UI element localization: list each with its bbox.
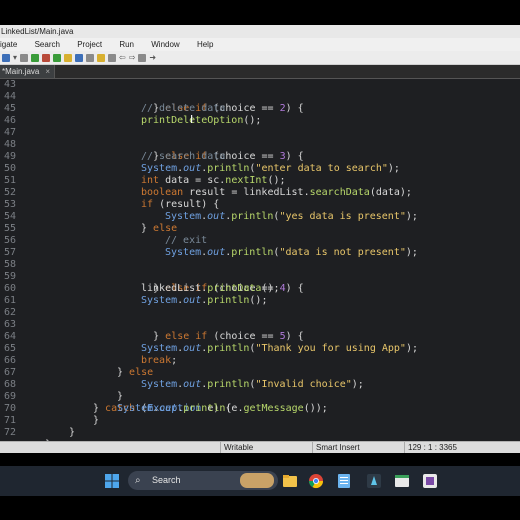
line-number: 70 [3,403,16,414]
menu-search[interactable]: Search [35,38,60,51]
tab-label: *Main.java [2,67,40,76]
line-number: 62 [3,307,16,318]
forward-icon[interactable]: ⇨ [129,53,136,62]
next-icon[interactable]: ➜ [149,53,156,62]
line-number: 64 [3,331,16,342]
line-number: 49 [3,151,16,162]
line-number: 47 [3,127,16,138]
menu-navigate[interactable]: igate [0,38,17,51]
text-cursor-icon: I [190,113,194,126]
menu-window[interactable]: Window [151,38,179,51]
search-icon: ⌕ [135,475,141,486]
line-number: 55 [3,223,16,234]
taskbar-search-label: Search [152,475,181,485]
line-number: 56 [3,235,16,246]
debug-icon[interactable] [42,53,51,62]
run-icon[interactable] [31,53,40,62]
line-number: 65 [3,343,16,354]
open-type-icon[interactable] [64,53,73,62]
status-insert-mode: Smart Insert [312,442,360,453]
file-explorer-icon[interactable] [282,473,298,489]
toolbar-misc-icon[interactable] [138,53,147,62]
dropdown-icon[interactable]: ▾ [13,53,17,62]
notepad-icon[interactable] [336,473,352,489]
line-number: 50 [3,163,16,174]
save-icon[interactable] [2,53,10,62]
line-number: 58 [3,259,16,270]
line-number: 48 [3,139,16,150]
line-number: 46 [3,115,16,126]
search-tool-icon[interactable] [75,53,84,62]
screen-border-mid [0,453,520,466]
window-title: LinkedList/Main.java [0,25,520,38]
line-number: 68 [3,379,16,390]
status-cursor-position: 129 : 1 : 3365 [404,442,457,453]
line-number: 63 [3,319,16,330]
back-icon[interactable]: ⇦ [119,53,126,62]
line-number: 57 [3,247,16,258]
status-bar: Writable Smart Insert 129 : 1 : 3365 [0,441,520,453]
pin-icon[interactable] [108,53,117,62]
status-writable: Writable [220,442,253,453]
new-java-icon[interactable] [53,53,62,62]
code-editor[interactable]: 43 } else if (choice == 2) { 44 // delet… [0,79,520,441]
line-number: 59 [3,271,16,282]
tab-main-java[interactable]: *Main.java × [0,65,56,78]
app-window-icon[interactable] [394,473,410,489]
chrome-icon[interactable] [308,473,324,489]
menu-project[interactable]: Project [77,38,102,51]
line-number: 66 [3,355,16,366]
close-icon[interactable]: × [45,67,50,76]
toolbar: ▾ ⇦ ⇨ ➜ [0,51,520,65]
windows-start-icon[interactable] [104,473,120,489]
line-number: 54 [3,211,16,222]
edit-icon[interactable] [97,53,106,62]
line-number: 51 [3,175,16,186]
app-icon[interactable] [366,473,382,489]
screen-border-bottom [0,496,520,520]
search-highlight-icon [240,473,274,488]
print-icon[interactable] [20,53,29,62]
taskbar-search-box[interactable]: ⌕ Search [128,471,278,490]
menu-run[interactable]: Run [119,38,134,51]
line-number: 43 [3,79,16,90]
line-number: 72 [3,427,16,438]
line-number: 67 [3,367,16,378]
line-number: 71 [3,415,16,426]
annotation-icon[interactable] [86,53,95,62]
menu-bar: igate Search Project Run Window Help [0,38,520,51]
line-number: 69 [3,391,16,402]
line-number: 53 [3,199,16,210]
line-number: 52 [3,187,16,198]
line-number: 61 [3,295,16,306]
line-number: 44 [3,91,16,102]
screen-border-top [0,0,520,25]
editor-tab-row: *Main.java × [0,65,520,79]
line-number: 45 [3,103,16,114]
line-number: 60 [3,283,16,294]
eclipse-icon[interactable] [422,473,438,489]
menu-help[interactable]: Help [197,38,213,51]
